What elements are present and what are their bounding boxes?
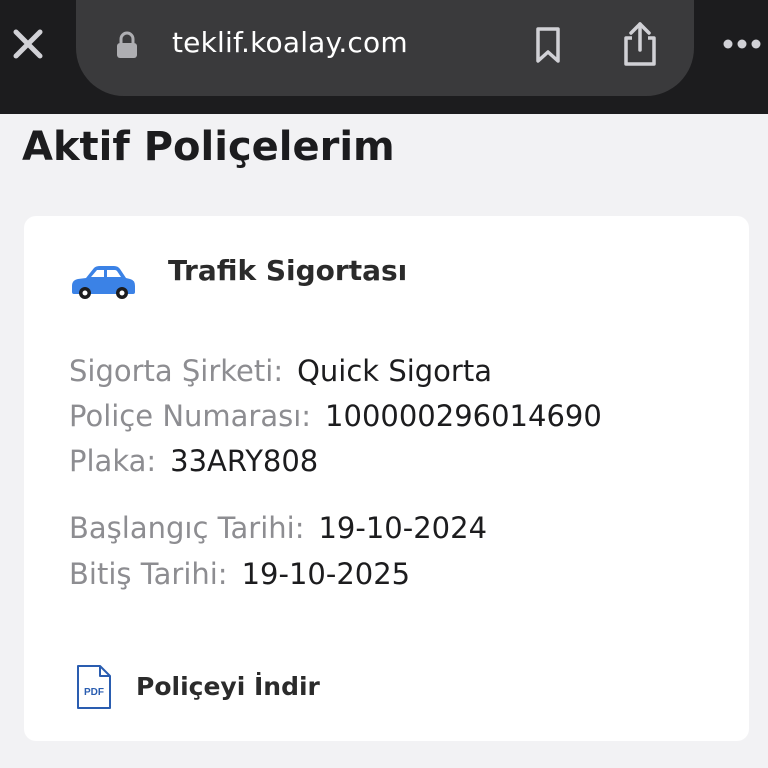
pdf-icon-text: PDF [84, 687, 104, 698]
address-bar[interactable]: teklif.koalay.com [76, 0, 694, 96]
policy-type-title: Trafik Sigortası [168, 254, 408, 287]
policy-number-row: Poliçe Numarası: 100000296014690 [69, 399, 602, 433]
start-date-value: 19-10-2024 [318, 511, 488, 545]
bookmark-icon[interactable] [530, 26, 566, 64]
car-icon [72, 266, 135, 299]
lock-icon [117, 31, 137, 58]
browser-toolbar: teklif.koalay.com [0, 0, 768, 114]
page-title: Aktif Poliçelerim [22, 124, 395, 170]
more-options-icon[interactable] [722, 34, 764, 54]
start-date-label: Başlangıç Tarihi: [69, 511, 305, 545]
url-text: teklif.koalay.com [172, 26, 408, 59]
close-button[interactable] [10, 26, 46, 62]
plate-label: Plaka: [69, 444, 157, 478]
company-value: Quick Sigorta [297, 354, 492, 388]
end-date-label: Bitiş Tarihi: [69, 557, 228, 591]
policy-number-label: Poliçe Numarası: [69, 399, 312, 433]
plate-value: 33ARY808 [170, 444, 319, 478]
policy-card: Trafik Sigortası Sigorta Şirketi: Quick S… [24, 216, 749, 741]
end-date-value: 19-10-2025 [241, 557, 411, 591]
pdf-icon[interactable]: PDF [76, 664, 112, 710]
plate-row: Plaka: 33ARY808 [69, 444, 318, 478]
start-date-row: Başlangıç Tarihi: 19-10-2024 [69, 511, 487, 545]
download-policy-link[interactable]: Poliçeyi İndir [136, 672, 320, 701]
policy-number-value: 100000296014690 [325, 399, 602, 433]
end-date-row: Bitiş Tarihi: 19-10-2025 [69, 557, 410, 591]
company-row: Sigorta Şirketi: Quick Sigorta [69, 354, 492, 388]
share-icon[interactable] [618, 20, 662, 68]
close-icon [13, 29, 43, 59]
company-label: Sigorta Şirketi: [69, 354, 284, 388]
